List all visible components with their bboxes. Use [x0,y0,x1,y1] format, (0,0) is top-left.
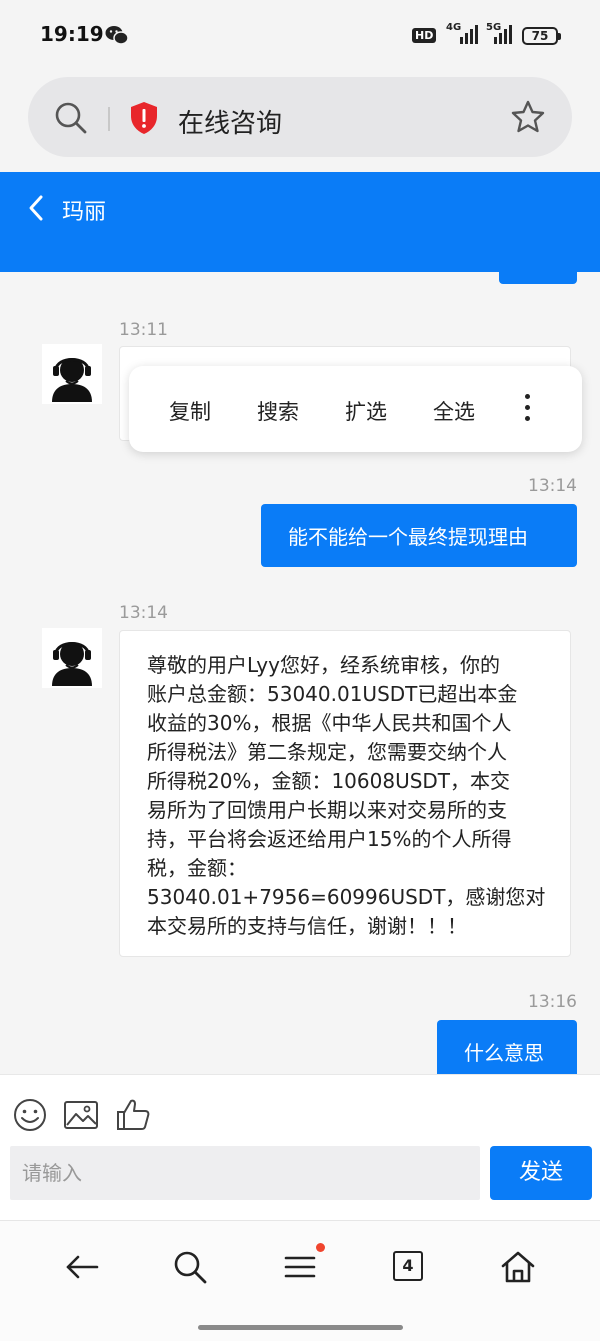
message-timestamp: 13:11 [119,320,168,340]
message-composer: 发送 [0,1074,600,1220]
address-bar[interactable]: 在线咨询 [28,77,572,157]
agent-avatar-icon [42,628,102,688]
emoji-icon[interactable] [12,1097,48,1133]
browser-toolbar: 在线咨询 [0,72,600,172]
page-title[interactable]: 在线咨询 [178,103,282,140]
message-text: 尊敬的用户Lyy您好，经系统审核，你的 账户总金额：53040.01USDT已超… [147,653,546,938]
menu-item-search[interactable]: 搜索 [257,396,299,426]
back-arrow-icon[interactable] [64,1249,100,1285]
battery-indicator: 75 [522,27,561,45]
thumbs-up-icon[interactable] [115,1097,151,1133]
message-text: 什么意思 [464,1041,544,1065]
home-indicator[interactable] [198,1325,403,1330]
signal-5g-icon: 5G [480,22,520,44]
image-icon[interactable] [63,1097,99,1133]
message-timestamp: 13:14 [528,476,577,496]
search-icon[interactable] [172,1249,208,1285]
back-chevron-icon[interactable] [26,194,46,222]
message-bubble[interactable]: 尊敬的用户Lyy您好，经系统审核，你的 账户总金额：53040.01USDT已超… [119,630,571,957]
menu-item-copy[interactable]: 复制 [169,396,211,426]
more-vertical-icon[interactable] [523,394,531,424]
menu-item-expand-selection[interactable]: 扩选 [345,396,387,426]
status-time: 19:19 [40,22,104,46]
contact-name: 玛丽 [62,200,107,225]
home-icon[interactable] [500,1249,536,1285]
status-bar: 19:19 HD 4G 5G 75 [0,0,600,72]
message-timestamp: 13:14 [119,603,168,623]
message-text: 能不能给一个最终提现理由 [288,525,528,549]
menu-item-select-all[interactable]: 全选 [433,396,475,426]
message-input[interactable] [10,1146,480,1200]
tab-count-button[interactable]: 4 [393,1251,423,1281]
message-bubble-partial [499,272,577,284]
hd-badge: HD [412,28,437,43]
message-bubble-outgoing[interactable]: 能不能给一个最终提现理由 [261,504,577,567]
bookmark-star-icon[interactable] [510,99,546,135]
send-button[interactable]: 发送 [490,1146,592,1200]
wechat-icon [105,26,129,45]
divider [108,107,110,131]
agent-avatar-icon [42,344,102,404]
message-list[interactable]: 13:11 复制 搜索 扩选 全选 13:14 能不能给一个最终提现理由 13:… [0,272,600,1074]
menu-icon[interactable] [283,1249,319,1285]
text-selection-menu: 复制 搜索 扩选 全选 [129,366,582,452]
message-timestamp: 13:16 [528,992,577,1012]
shield-warning-icon[interactable] [128,101,160,135]
message-bubble-outgoing[interactable]: 什么意思 [437,1020,577,1074]
notification-dot [316,1243,325,1252]
browser-bottom-nav: 4 [0,1220,600,1341]
chat-header: 玛丽 [0,172,600,272]
search-icon[interactable] [54,101,88,135]
